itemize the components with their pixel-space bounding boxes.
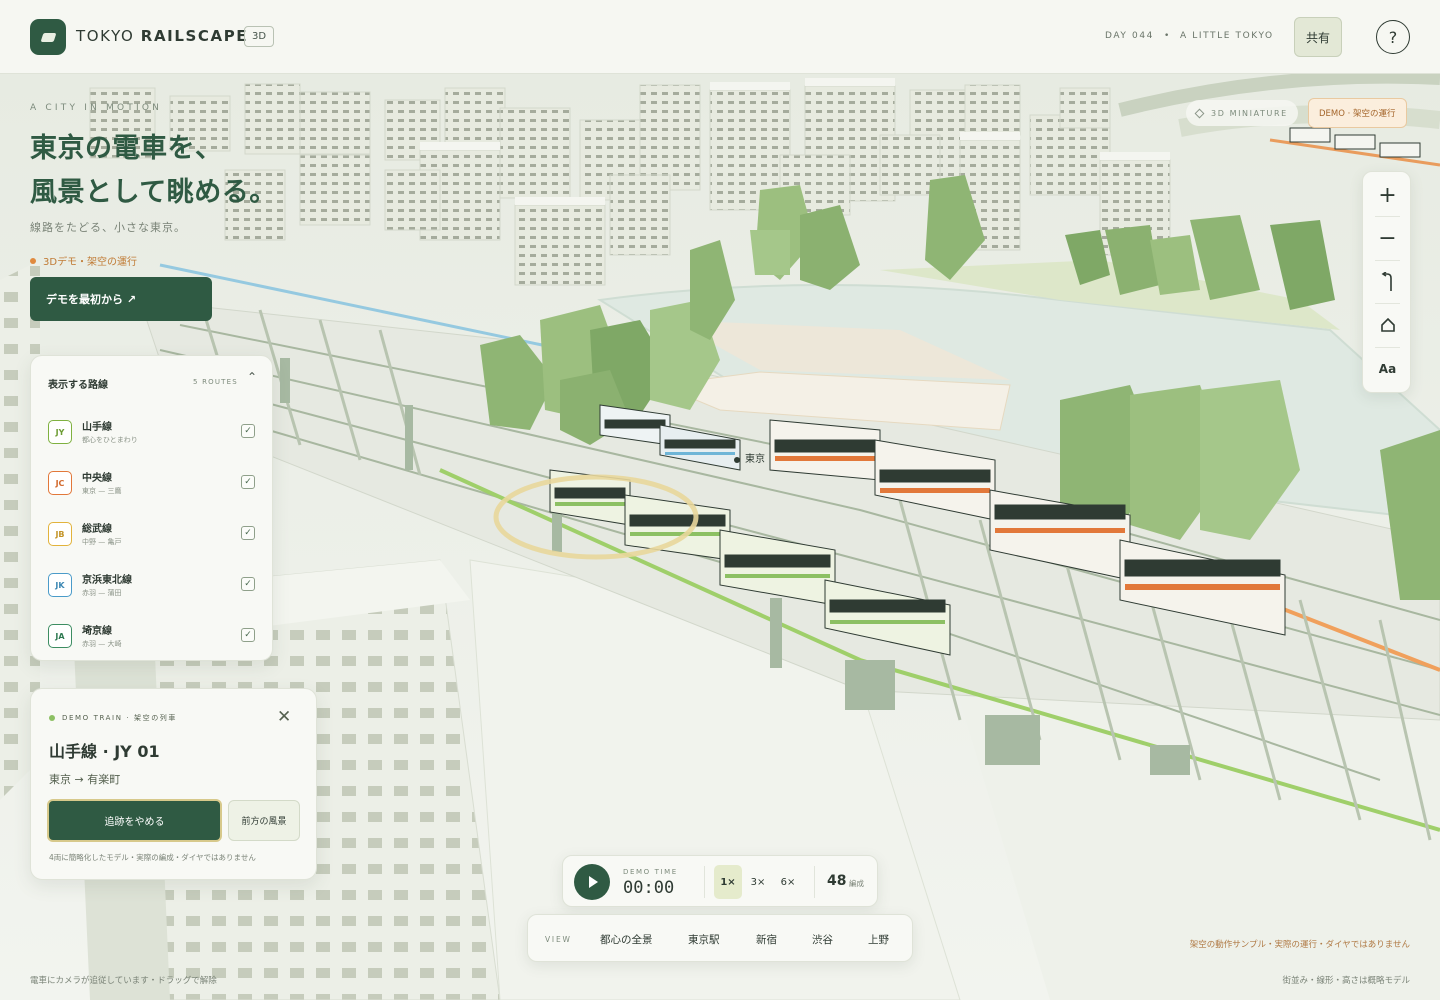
checkbox-checked-icon[interactable]: ✓ bbox=[241, 577, 255, 591]
route-name: 中央線 bbox=[82, 473, 112, 484]
header-separator: • bbox=[1164, 31, 1170, 41]
demo-time-label: DEMO TIME bbox=[623, 868, 678, 876]
stop-follow-button[interactable]: 追跡をやめる bbox=[47, 799, 222, 842]
route-item-sobu[interactable]: JB 総武線 中野 — 亀戸 ✓ bbox=[48, 518, 258, 554]
route-sub: 赤羽 — 大崎 bbox=[82, 640, 122, 648]
rotate-icon[interactable] bbox=[1363, 261, 1412, 303]
speed-1x-button[interactable]: 1× bbox=[714, 865, 742, 899]
home-icon[interactable] bbox=[1363, 304, 1412, 346]
mode-badge: 3D bbox=[244, 26, 275, 47]
view-shinjuku-button[interactable]: 新宿 bbox=[756, 932, 777, 947]
route-item-saikyo[interactable]: JA 埼京線 赤羽 — 大崎 ✓ bbox=[48, 620, 258, 656]
model-note: 街並み・線形・高さは概略モデル bbox=[1282, 976, 1410, 986]
route-sub: 都心をひとまわり bbox=[82, 436, 138, 444]
view-tokyo-station-button[interactable]: 東京駅 bbox=[688, 932, 720, 947]
status-dot-icon bbox=[49, 715, 55, 721]
routes-panel: 表示する路線 5 ROUTES ⌃ JY 山手線 都心をひとまわり ✓ JC 中… bbox=[30, 355, 273, 661]
view-ueno-button[interactable]: 上野 bbox=[868, 932, 889, 947]
train-route: 東京 → 有楽町 bbox=[49, 773, 121, 786]
top-bar: TOKYO RAILSCAPE 3D DAY 044 • A LITTLE TO… bbox=[0, 0, 1440, 74]
view-label: VIEW bbox=[545, 935, 572, 944]
train-count-unit: 編成 bbox=[849, 879, 864, 888]
demo-time-value: 00:00 bbox=[623, 878, 675, 898]
route-code-badge: JA bbox=[48, 624, 72, 648]
train-card-note: 4両に簡略化したモデル・実際の編成・ダイヤではありません bbox=[49, 853, 256, 862]
train-info-card: DEMO TRAIN · 架空の列車 ✕ 山手線 · JY 01 東京 → 有楽… bbox=[30, 688, 317, 880]
route-code-badge: JC bbox=[48, 471, 72, 495]
play-icon[interactable] bbox=[574, 864, 610, 900]
route-sub: 赤羽 — 蒲田 bbox=[82, 589, 122, 597]
train-card-eyebrow: DEMO TRAIN · 架空の列車 bbox=[49, 713, 177, 723]
hero-subline: 線路をたどる、小さな東京。 bbox=[30, 221, 186, 234]
checkbox-checked-icon[interactable]: ✓ bbox=[241, 628, 255, 642]
route-item-yamanote[interactable]: JY 山手線 都心をひとまわり ✓ bbox=[48, 416, 258, 452]
demo-badge: DEMO · 架空の運行 bbox=[1308, 98, 1407, 128]
view-overview-button[interactable]: 都心の全景 bbox=[600, 932, 653, 947]
demo-dot-icon bbox=[30, 257, 36, 264]
route-sub: 東京 — 三鷹 bbox=[82, 487, 122, 495]
disclaimer-note: 架空の動作サンプル・実際の運行・ダイヤではありません bbox=[1189, 940, 1410, 950]
camera-follow-hint: 電車にカメラが追従しています・ドラッグで解除 bbox=[30, 976, 217, 986]
checkbox-checked-icon[interactable]: ✓ bbox=[241, 424, 255, 438]
station-label: 東京 bbox=[745, 452, 765, 465]
hero-headline-line1: 東京の電車を、 bbox=[30, 133, 223, 164]
speed-6x-button[interactable]: 6× bbox=[774, 865, 802, 899]
route-code-badge: JB bbox=[48, 522, 72, 546]
playback-bar: DEMO TIME 00:00 1× 3× 6× 48 編成 bbox=[562, 855, 878, 907]
view-bar: VIEW 都心の全景 東京駅 新宿 渋谷 上野 bbox=[527, 914, 913, 962]
speed-3x-button[interactable]: 3× bbox=[744, 865, 772, 899]
brand-title: TOKYO RAILSCAPE bbox=[76, 27, 249, 45]
train-count: 48 bbox=[827, 873, 847, 889]
checkbox-checked-icon[interactable]: ✓ bbox=[241, 526, 255, 540]
miniature-label: 3D MINIATURE bbox=[1186, 100, 1298, 126]
zoom-in-icon[interactable]: + bbox=[1363, 174, 1412, 216]
help-button[interactable]: ? bbox=[1376, 20, 1410, 54]
diamond-icon bbox=[1194, 108, 1205, 118]
demo-note: 3Dデモ・架空の運行 bbox=[30, 253, 137, 268]
divider bbox=[704, 866, 705, 898]
routes-count: 5 ROUTES bbox=[193, 378, 238, 386]
header-tagline: A LITTLE TOKYO bbox=[1180, 31, 1274, 41]
zoom-out-icon[interactable]: − bbox=[1363, 217, 1412, 259]
close-icon[interactable]: ✕ bbox=[277, 707, 291, 727]
restart-demo-button[interactable]: デモを最初から ↗ bbox=[30, 277, 212, 321]
route-name: 埼京線 bbox=[82, 626, 112, 637]
route-sub: 中野 — 亀戸 bbox=[82, 538, 122, 546]
day-counter: DAY 044 bbox=[1105, 31, 1154, 41]
share-button[interactable]: 共有 bbox=[1294, 17, 1342, 57]
text-size-icon[interactable]: Aa bbox=[1363, 348, 1412, 390]
route-code-badge: JK bbox=[48, 573, 72, 597]
route-name: 山手線 bbox=[82, 422, 112, 433]
chevron-up-icon[interactable]: ⌃ bbox=[247, 370, 257, 384]
route-item-chuo[interactable]: JC 中央線 東京 — 三鷹 ✓ bbox=[48, 467, 258, 503]
route-name: 京浜東北線 bbox=[82, 575, 132, 586]
hero-eyebrow: A CITY IN MOTION bbox=[30, 103, 163, 113]
divider bbox=[814, 866, 815, 898]
checkbox-checked-icon[interactable]: ✓ bbox=[241, 475, 255, 489]
view-shibuya-button[interactable]: 渋谷 bbox=[812, 932, 833, 947]
train-title: 山手線 · JY 01 bbox=[49, 742, 160, 761]
front-view-button[interactable]: 前方の風景 bbox=[228, 800, 300, 841]
hero-headline-line2: 風景として眺める。 bbox=[30, 177, 277, 208]
logo-icon bbox=[40, 32, 56, 42]
routes-title: 表示する路線 bbox=[48, 380, 108, 391]
route-item-keihin-tohoku[interactable]: JK 京浜東北線 赤羽 — 蒲田 ✓ bbox=[48, 569, 258, 605]
app-logo[interactable] bbox=[30, 19, 66, 55]
route-name: 総武線 bbox=[82, 524, 112, 535]
map-controls: + − Aa bbox=[1362, 171, 1411, 393]
route-code-badge: JY bbox=[48, 420, 72, 444]
